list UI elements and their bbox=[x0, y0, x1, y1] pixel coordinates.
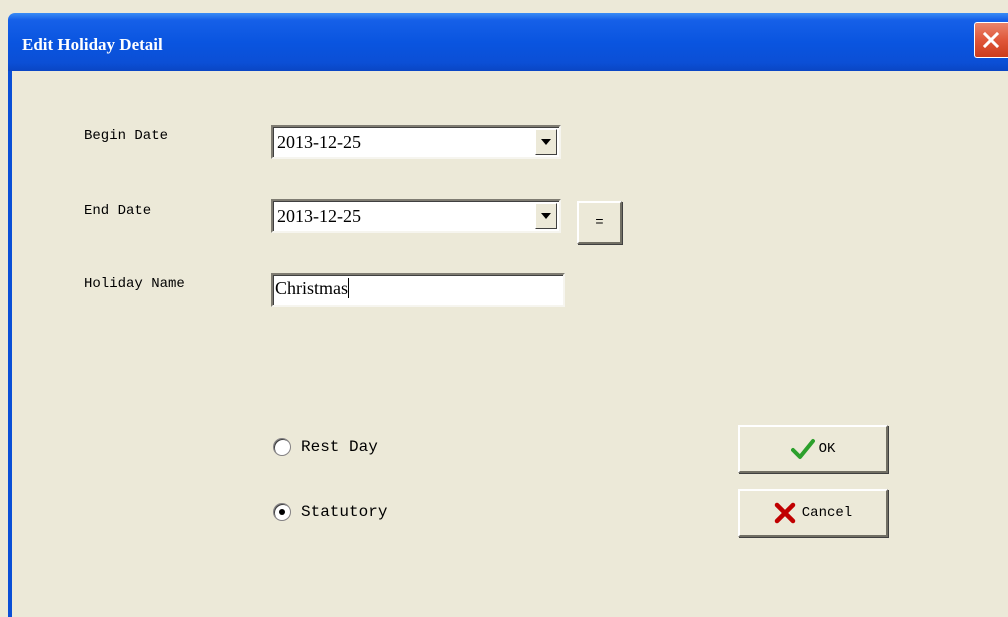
radio-label: Rest Day bbox=[301, 438, 378, 456]
window-border bbox=[8, 71, 12, 617]
edit-holiday-dialog: Edit Holiday Detail Begin Date 2013-12-2… bbox=[0, 0, 1008, 617]
cancel-button[interactable]: Cancel bbox=[738, 489, 888, 537]
close-icon bbox=[982, 31, 1000, 49]
begin-date-label: Begin Date bbox=[84, 128, 169, 144]
x-cross-icon bbox=[774, 502, 796, 524]
begin-date-value: 2013-12-25 bbox=[277, 132, 361, 152]
radio-label: Statutory bbox=[301, 503, 388, 521]
window-title: Edit Holiday Detail bbox=[22, 35, 163, 54]
ok-button-label: OK bbox=[818, 441, 836, 457]
copy-begin-date-button[interactable]: = bbox=[577, 201, 622, 244]
end-date-dropdown-button[interactable] bbox=[535, 203, 557, 229]
radio-selected-dot bbox=[279, 509, 285, 515]
chevron-down-icon bbox=[541, 213, 551, 219]
end-date-dropdown[interactable]: 2013-12-25 bbox=[271, 199, 561, 233]
chevron-down-icon bbox=[541, 139, 551, 145]
text-caret bbox=[348, 278, 350, 298]
begin-date-dropdown[interactable]: 2013-12-25 bbox=[271, 125, 561, 159]
radio-statutory[interactable]: Statutory bbox=[273, 503, 387, 521]
holiday-name-value: Christmas bbox=[275, 278, 349, 298]
holiday-name-input[interactable]: Christmas bbox=[271, 273, 565, 307]
end-date-value: 2013-12-25 bbox=[277, 206, 361, 226]
begin-date-dropdown-button[interactable] bbox=[535, 129, 557, 155]
cancel-button-label: Cancel bbox=[801, 505, 853, 521]
radio-rest-day[interactable]: Rest Day bbox=[273, 438, 378, 456]
close-button[interactable] bbox=[974, 22, 1008, 58]
ok-button[interactable]: OK bbox=[738, 425, 888, 473]
holiday-name-label: Holiday Name bbox=[84, 276, 185, 292]
radio-circle bbox=[273, 438, 291, 456]
end-date-label: End Date bbox=[84, 203, 152, 219]
title-bar[interactable]: Edit Holiday Detail bbox=[8, 13, 1008, 71]
equal-button-label: = bbox=[595, 214, 604, 231]
checkmark-icon bbox=[790, 439, 815, 459]
radio-circle bbox=[273, 503, 291, 521]
